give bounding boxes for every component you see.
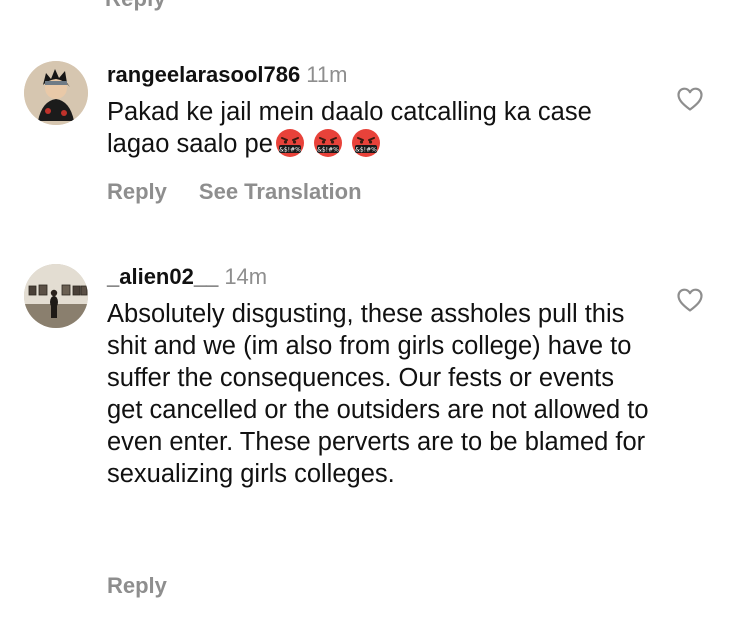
comment-actions: Reply	[107, 573, 167, 599]
face-with-symbols-on-mouth-icon: &$!#%	[351, 129, 380, 157]
heart-outline-icon[interactable]	[676, 287, 704, 313]
comment-text-content: Pakad ke jail mein daalo catcalling ka c…	[107, 98, 592, 158]
face-with-symbols-on-mouth-icon: &$!#%	[313, 129, 342, 157]
comment-text: Absolutely disgusting, these assholes pu…	[107, 298, 652, 490]
svg-text:&$!#%: &$!#%	[355, 147, 377, 154]
avatar[interactable]	[24, 61, 88, 125]
comment-actions: Reply See Translation	[107, 179, 362, 205]
avatar[interactable]	[24, 264, 88, 328]
face-with-symbols-on-mouth-icon: &$!#%	[275, 129, 304, 157]
reply-button[interactable]: Reply	[107, 179, 167, 204]
reply-button[interactable]: Reply	[107, 573, 167, 598]
heart-outline-icon[interactable]	[676, 86, 704, 112]
comment-header: _alien02__ 14m	[107, 264, 267, 290]
timestamp: 11m	[306, 62, 348, 87]
timestamp: 14m	[224, 264, 268, 289]
username[interactable]: _alien02__	[107, 264, 218, 289]
svg-text:&$!#%: &$!#%	[317, 147, 339, 154]
see-translation-button[interactable]: See Translation	[199, 179, 362, 204]
comment-header: rangeelarasool786 11m	[107, 62, 347, 88]
comment-text: Pakad ke jail mein daalo catcalling ka c…	[107, 96, 652, 160]
username[interactable]: rangeelarasool786	[107, 62, 300, 87]
previous-reply-button[interactable]: Reply	[105, 0, 166, 12]
comment-text-content: Absolutely disgusting, these assholes pu…	[107, 300, 649, 488]
svg-text:&$!#%: &$!#%	[279, 147, 301, 154]
